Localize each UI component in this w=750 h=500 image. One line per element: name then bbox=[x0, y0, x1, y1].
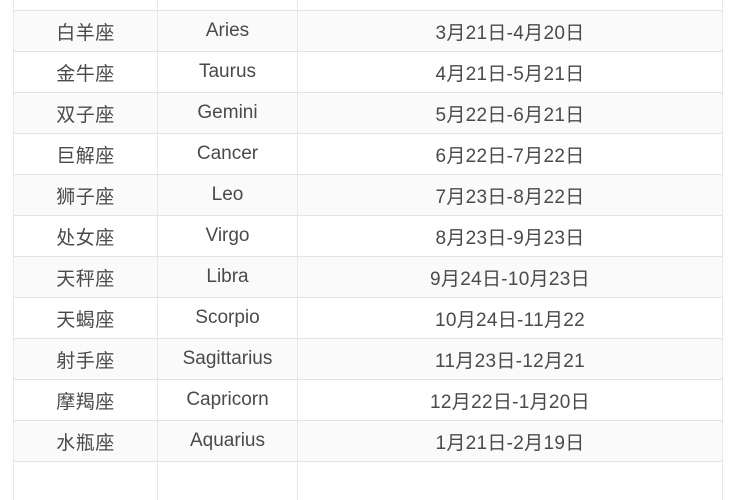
zodiac-english-name: Leo bbox=[157, 174, 298, 216]
zodiac-chinese-name: 处女座 bbox=[13, 215, 158, 257]
table-row: 水瓶座 Aquarius 1月21日-2月19日 bbox=[13, 420, 723, 462]
zodiac-chinese-name: 天秤座 bbox=[13, 256, 158, 298]
zodiac-date-range bbox=[297, 461, 723, 500]
zodiac-date-range: 5月22日-6月21日 bbox=[297, 92, 723, 134]
table-row: 双子座 Gemini 5月22日-6月21日 bbox=[13, 92, 723, 134]
table-row: 金牛座 Taurus 4月21日-5月21日 bbox=[13, 51, 723, 93]
zodiac-date-table: 白羊座 Aries 3月21日-4月20日 金牛座 Taurus 4月21日-5月21日双… bbox=[13, 0, 723, 500]
table-row: 天秤座 Libra 9月24日-10月23日 bbox=[13, 256, 723, 298]
zodiac-table-container: 白羊座 Aries 3月21日-4月20日 金牛座 Taurus 4月21日-5月21日双… bbox=[13, 0, 723, 500]
zodiac-chinese-name: 双子座 bbox=[13, 92, 158, 134]
zodiac-chinese-name: 狮子座 bbox=[13, 174, 158, 216]
zodiac-chinese-name: 金牛座 bbox=[13, 51, 158, 93]
zodiac-english-name: Capricorn bbox=[157, 379, 298, 421]
zodiac-chinese-name bbox=[13, 0, 158, 11]
zodiac-english-name: Aries bbox=[157, 10, 298, 52]
zodiac-chinese-name: 巨解座 bbox=[13, 133, 158, 175]
zodiac-date-range: 9月24日-10月23日 bbox=[297, 256, 723, 298]
table-row-partial bbox=[13, 0, 723, 11]
zodiac-chinese-name bbox=[13, 461, 158, 500]
zodiac-chinese-name: 摩羯座 bbox=[13, 379, 158, 421]
table-row: 巨解座 Cancer 6月22日-7月22日 bbox=[13, 133, 723, 175]
zodiac-date-range: 6月22日-7月22日 bbox=[297, 133, 723, 175]
zodiac-english-name bbox=[157, 461, 298, 500]
zodiac-english-name: Virgo bbox=[157, 215, 298, 257]
zodiac-date-range: 7月23日-8月22日 bbox=[297, 174, 723, 216]
zodiac-date-range: 3月21日-4月20日 bbox=[297, 10, 723, 52]
zodiac-english-name: Libra bbox=[157, 256, 298, 298]
zodiac-chinese-name: 白羊座 bbox=[13, 10, 158, 52]
table-row: 白羊座 Aries 3月21日-4月20日 bbox=[13, 10, 723, 52]
zodiac-english-name: Sagittarius bbox=[157, 338, 298, 380]
table-row: 天蝎座 Scorpio 10月24日-11月22 bbox=[13, 297, 723, 339]
zodiac-date-range bbox=[297, 0, 723, 11]
screenshot-viewport: 白羊座 Aries 3月21日-4月20日 金牛座 Taurus 4月21日-5月21日双… bbox=[0, 0, 750, 500]
zodiac-date-range: 10月24日-11月22 bbox=[297, 297, 723, 339]
zodiac-chinese-name: 天蝎座 bbox=[13, 297, 158, 339]
zodiac-date-range: 12月22日-1月20日 bbox=[297, 379, 723, 421]
zodiac-english-name: Aquarius bbox=[157, 420, 298, 462]
zodiac-date-range: 1月21日-2月19日 bbox=[297, 420, 723, 462]
zodiac-english-name: Gemini bbox=[157, 92, 298, 134]
zodiac-english-name bbox=[157, 0, 298, 11]
table-row: 射手座 Sagittarius 11月23日-12月21 bbox=[13, 338, 723, 380]
table-row: 处女座 Virgo 8月23日-9月23日 bbox=[13, 215, 723, 257]
table-row: 狮子座 Leo 7月23日-8月22日 bbox=[13, 174, 723, 216]
zodiac-chinese-name: 射手座 bbox=[13, 338, 158, 380]
zodiac-english-name: Taurus bbox=[157, 51, 298, 93]
table-row: 摩羯座 Capricorn 12月22日-1月20日 bbox=[13, 379, 723, 421]
zodiac-chinese-name: 水瓶座 bbox=[13, 420, 158, 462]
zodiac-english-name: Scorpio bbox=[157, 297, 298, 339]
zodiac-date-range: 8月23日-9月23日 bbox=[297, 215, 723, 257]
zodiac-date-range: 11月23日-12月21 bbox=[297, 338, 723, 380]
zodiac-date-range: 4月21日-5月21日 bbox=[297, 51, 723, 93]
table-row-partial bbox=[13, 461, 723, 500]
zodiac-english-name: Cancer bbox=[157, 133, 298, 175]
